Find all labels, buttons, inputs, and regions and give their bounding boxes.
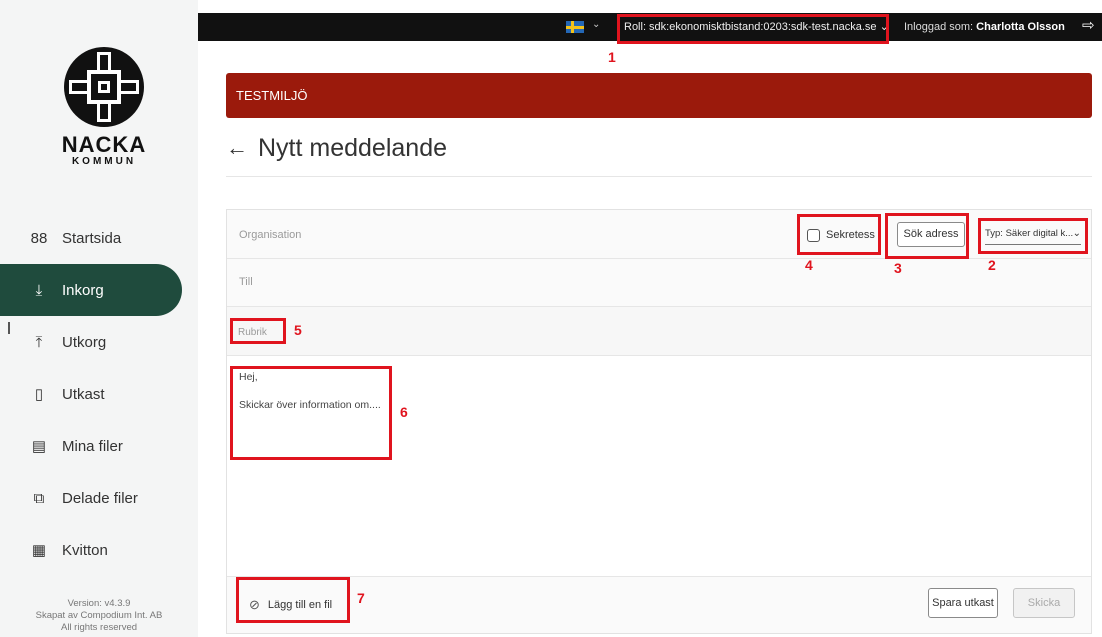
edge-marker <box>8 322 10 334</box>
logged-in-info: Inloggad som: Charlotta Olsson <box>904 13 1065 41</box>
annotation-box-3 <box>885 213 969 259</box>
subject-field[interactable]: Rubrik <box>227 307 1091 356</box>
page-header: ← Nytt meddelande <box>226 128 447 168</box>
sidebar-item-label: Mina filer <box>62 437 123 455</box>
version-info: Version: v4.3.9 Skapat av Compodium Int.… <box>0 598 198 634</box>
outbox-icon: ⤒ <box>35 333 43 351</box>
annotation-box-5 <box>230 318 286 344</box>
file-icon: ▤ <box>31 438 47 455</box>
annotation-number-4: 4 <box>805 257 813 273</box>
annotation-number-1: 1 <box>608 49 616 65</box>
sidebar-item-label: Utkorg <box>62 333 107 351</box>
grid-icon: 88 <box>30 229 48 247</box>
nacka-logo[interactable]: NACKA KOMMUN <box>58 46 150 168</box>
annotation-number-2: 2 <box>988 257 996 273</box>
sidebar-item-startsida[interactable]: 88 Startsida <box>0 212 198 264</box>
nacka-emblem-icon <box>64 47 144 127</box>
sidebar-item-label: Delade filer <box>62 489 138 507</box>
annotation-number-5: 5 <box>294 322 302 338</box>
sidebar-item-label: Inkorg <box>62 281 104 299</box>
version-text: Version: v4.3.9 <box>67 598 131 609</box>
banner-text: TESTMILJÖ <box>236 88 308 103</box>
divider <box>226 176 1092 177</box>
sidebar-item-label: Kvitton <box>62 541 108 559</box>
recipient-placeholder: Till <box>239 276 253 288</box>
shared-files-icon: ⧉ <box>33 489 45 507</box>
sidebar-item-kvitton[interactable]: ▦ Kvitton <box>0 524 198 576</box>
annotation-number-7: 7 <box>357 590 365 606</box>
back-arrow-icon[interactable]: ← <box>226 135 248 161</box>
logo-subtitle: KOMMUN <box>71 156 137 167</box>
send-button[interactable]: Skicka <box>1013 588 1075 618</box>
recipient-field[interactable]: Till <box>227 259 1091 307</box>
sidebar-item-label: Startsida <box>62 229 122 247</box>
sidebar-item-label: Utkast <box>62 385 105 403</box>
annotation-box-4 <box>797 214 881 255</box>
annotation-number-6: 6 <box>400 404 408 420</box>
save-draft-button[interactable]: Spara utkast <box>928 588 998 618</box>
test-environment-banner: TESTMILJÖ <box>226 73 1092 118</box>
organisation-placeholder: Organisation <box>239 229 302 241</box>
annotation-box-6 <box>230 366 392 460</box>
sidebar-item-mina-filer[interactable]: ▤ Mina filer <box>0 420 198 472</box>
inbox-icon: ⤓ <box>35 281 43 299</box>
sidebar: NACKA KOMMUN 88 Startsida ⤓ Inkorg ⤒ Utk… <box>0 0 198 637</box>
draft-icon: ▯ <box>34 386 44 403</box>
annotation-box-7 <box>236 577 350 623</box>
receipt-icon: ▦ <box>31 542 47 559</box>
sidebar-item-utkast[interactable]: ▯ Utkast <box>0 368 198 420</box>
made-by-text: Skapat av Compodium Int. AB <box>35 610 163 621</box>
logo-name: NACKA <box>61 132 147 157</box>
swedish-flag-icon[interactable] <box>566 21 584 33</box>
page-title: Nytt meddelande <box>258 133 448 162</box>
sidebar-item-delade-filer[interactable]: ⧉ Delade filer <box>0 472 198 524</box>
logout-icon[interactable]: ⇨ <box>1082 16 1095 34</box>
rights-text: All rights reserved <box>60 622 138 633</box>
user-name: Charlotta Olsson <box>976 21 1065 33</box>
annotation-box-2 <box>978 218 1088 254</box>
sidebar-item-utkorg[interactable]: ⤒ Utkorg <box>0 316 198 368</box>
sidebar-nav: 88 Startsida ⤓ Inkorg ⤒ Utkorg ▯ Utkast … <box>0 212 198 576</box>
sidebar-item-inkorg[interactable]: ⤓ Inkorg <box>0 264 182 316</box>
annotation-number-3: 3 <box>894 260 902 276</box>
annotation-box-1 <box>617 14 889 44</box>
chevron-down-icon[interactable]: ⌄ <box>592 19 600 30</box>
logged-in-label: Inloggad som: <box>904 21 974 33</box>
